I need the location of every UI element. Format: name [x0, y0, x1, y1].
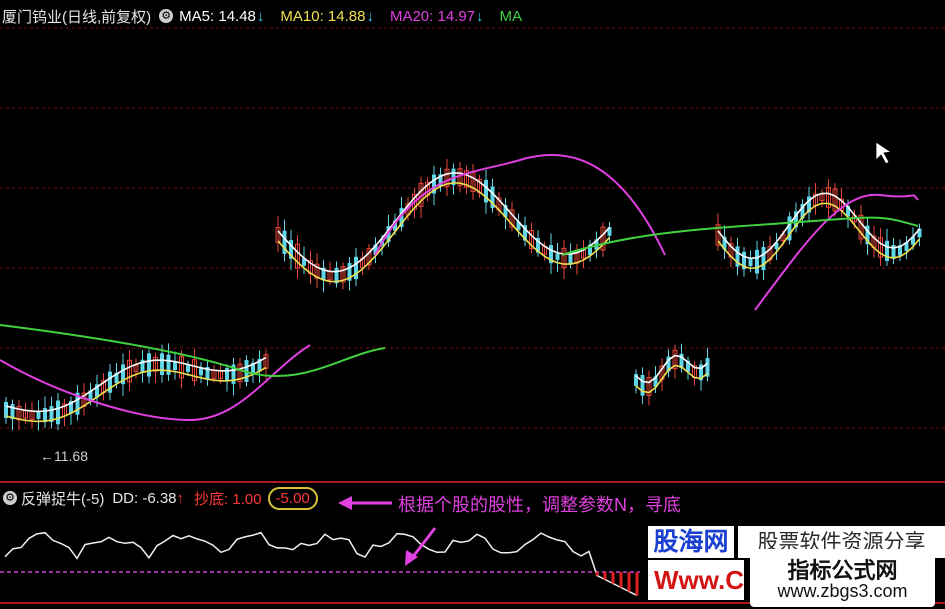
ma5-arrow-icon: ↓	[256, 7, 265, 25]
ma10-arrow-icon: ↓	[366, 7, 374, 25]
low-price-label: ←11.68	[40, 448, 88, 464]
candle-body	[166, 354, 171, 375]
settings-icon[interactable]: ⚙	[159, 9, 174, 23]
chaodi-value: 抄底: 1.00	[194, 490, 262, 508]
ma10-line	[717, 202, 921, 270]
badge-zbgs: 指标公式网 www.zbgs3.com	[750, 549, 935, 607]
logo-www: Www.C	[648, 560, 744, 600]
candle-body	[147, 353, 151, 377]
candle-body	[640, 374, 645, 396]
param-value: -5.00	[267, 486, 318, 510]
candle-body	[199, 368, 203, 376]
candle-body	[748, 258, 753, 267]
oscillator-line	[4, 531, 638, 597]
candlestick-chart[interactable]	[0, 0, 945, 609]
candle-body	[186, 365, 190, 372]
badge-url: www.zbgs3.com	[777, 581, 908, 601]
candle-body	[634, 374, 638, 386]
ma60-label: MA	[499, 7, 523, 25]
candle-body	[354, 256, 358, 280]
indicator-name[interactable]: 反弹捉牛(-5)	[21, 488, 104, 509]
candle-body	[755, 249, 759, 274]
annotation-text: 根据个股的股性，调整参数N，寻底	[398, 495, 681, 515]
candle-body	[56, 400, 60, 425]
ma10-label: MA10: 14.88	[280, 7, 366, 25]
stock-title: 厦门钨业(日线,前复权)	[2, 8, 152, 26]
candle-body	[761, 247, 766, 271]
candle-body	[36, 411, 41, 419]
cursor-icon	[875, 141, 893, 165]
candle-body	[555, 253, 560, 260]
dd-arrow-icon: ↑	[176, 489, 185, 507]
chart-header: 厦门钨业(日线,前复权) ⚙ MA5: 14.48 ↓ MA10: 14.88 ↓ …	[0, 6, 945, 26]
ma20-label: MA20: 14.97	[389, 7, 476, 25]
dd-value: DD: -6.38	[112, 489, 177, 507]
candle-body	[160, 353, 164, 376]
annotation-arrow-icon	[410, 527, 437, 559]
ma20-arrow-icon: ↓	[476, 7, 484, 25]
logo-guhaiwang: 股海网	[648, 526, 734, 558]
indicator-settings-icon[interactable]: ⚙	[3, 491, 17, 505]
ma5-label: MA5: 14.48	[179, 7, 256, 25]
candle-body	[885, 240, 889, 261]
ma10-line	[277, 182, 611, 283]
